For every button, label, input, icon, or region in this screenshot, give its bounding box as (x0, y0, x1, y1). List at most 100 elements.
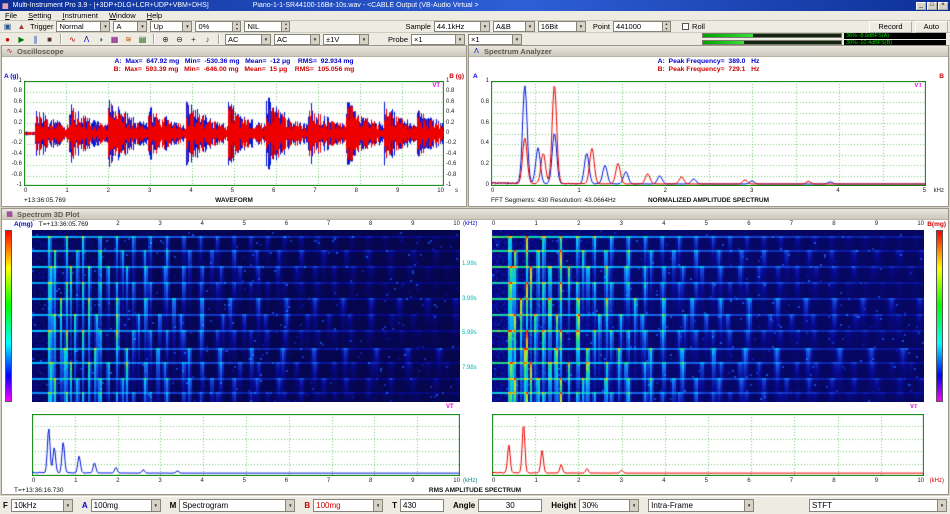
trigger-delay-spinner[interactable]: NIL ▲ ▼ (244, 21, 291, 32)
coupling-a-select[interactable]: AC ▼ (225, 33, 271, 45)
t-segments-input[interactable] (400, 499, 445, 512)
chevron-down-icon[interactable]: ▼ (285, 500, 295, 511)
sampling-channels-select[interactable]: A&B ▼ (492, 21, 535, 32)
spectrum-analyzer-title-bar[interactable]: Λ Spectrum Analyzer (469, 46, 948, 57)
minimize-button[interactable]: _ (916, 1, 926, 10)
spectrum-3d-plot-launch-icon[interactable]: ▦ (109, 34, 120, 45)
chevron-down-icon[interactable]: ▼ (455, 34, 465, 44)
pause-icon[interactable]: ∥ (30, 34, 41, 45)
sound-output-icon[interactable]: ♪ (202, 34, 213, 45)
sampling-rate-select[interactable]: 44.1kHz ▼ (433, 21, 490, 32)
audio-device-icon[interactable]: ▣ (2, 21, 13, 32)
amplitude-b-select[interactable]: 100mg ▼ (313, 499, 384, 512)
zoom-in-icon[interactable]: ⊕ (160, 34, 171, 45)
amplitude-a-value: 100mg (93, 501, 119, 510)
chevron-down-icon[interactable]: ▼ (937, 500, 946, 511)
chevron-down-icon[interactable]: ▼ (62, 500, 72, 511)
trigger-level-spinner[interactable]: 0% ▲ ▼ (195, 21, 242, 32)
trigger-mode-select[interactable]: Normal ▼ (56, 21, 111, 32)
application-window: ▦ Multi-Instrument Pro 3.9 - [+3DP+DLG+L… (0, 0, 950, 514)
menu-setting[interactable]: Setting (28, 11, 51, 20)
spinner-arrows[interactable]: ▲ ▼ (232, 22, 241, 31)
spinner-arrows[interactable]: ▲ ▼ (662, 22, 671, 31)
spin-down-icon[interactable]: ▼ (663, 26, 671, 31)
chevron-down-icon[interactable]: ▼ (150, 500, 160, 511)
tick-label: 0.2 (480, 161, 489, 168)
rms-spectrum-a-canvas[interactable] (32, 414, 460, 476)
menu-help[interactable]: Help (147, 11, 162, 20)
spectrogram-time-start: T=+13:36:05.769 (38, 221, 89, 228)
height-select[interactable]: 30% ▼ (579, 499, 640, 512)
chevron-down-icon[interactable]: ▼ (137, 22, 147, 31)
close-button[interactable]: × (938, 1, 948, 10)
tick-label: 3 (158, 478, 162, 484)
title-bar[interactable]: ▦ Multi-Instrument Pro 3.9 - [+3DP+DLG+L… (0, 0, 950, 11)
signal-generator-launch-icon[interactable]: ≋ (123, 34, 134, 45)
stop-icon[interactable]: ■ (44, 34, 55, 45)
colorbar-right (936, 230, 943, 402)
oscilloscope-title-bar[interactable]: ∿ Oscilloscope (2, 46, 466, 57)
spectrogram-a-canvas[interactable] (32, 230, 460, 402)
tick-label: 3 (147, 188, 152, 194)
frame-mode-select[interactable]: Intra-Frame ▼ (648, 499, 755, 512)
multimeter-launch-icon[interactable]: ◑ (95, 34, 106, 45)
chevron-down-icon[interactable]: ▼ (575, 22, 585, 31)
chevron-down-icon[interactable]: ▼ (100, 22, 110, 31)
chevron-down-icon[interactable]: ▼ (359, 34, 368, 44)
rms-spectrum-b-canvas[interactable] (492, 414, 924, 476)
spin-down-icon[interactable]: ▼ (233, 26, 241, 31)
menu-instrument[interactable]: Instrument (62, 11, 97, 20)
spectrogram-b-label: B(mg) (927, 221, 946, 228)
auto-button[interactable]: Auto (914, 20, 948, 33)
spin-down-icon[interactable]: ▼ (282, 26, 290, 31)
maximize-button[interactable]: □ (927, 1, 937, 10)
waveform-canvas[interactable] (24, 81, 444, 186)
toolbar-separator (153, 34, 155, 44)
bit-depth-select[interactable]: 16Bit ▼ (537, 21, 586, 32)
amplitude-a-select[interactable]: 100mg ▼ (90, 499, 161, 512)
record-icon[interactable]: ● (2, 34, 13, 45)
menu-file[interactable]: File (5, 11, 17, 20)
coupling-b-select[interactable]: AC ▼ (274, 33, 320, 45)
tick-label: 0 (32, 478, 36, 484)
chevron-down-icon[interactable]: ▼ (512, 34, 522, 44)
spectrum-3d-plot-title-bar[interactable]: ▦ Spectrum 3D Plot (2, 209, 948, 220)
plot-mode-select[interactable]: Spectrogram ▼ (179, 499, 296, 512)
spectrogram-b-canvas[interactable] (492, 230, 924, 402)
transform-method-select[interactable]: STFT ▼ (809, 499, 947, 512)
rms-plot-title: RMS AMPLITUDE SPECTRUM (428, 487, 522, 494)
voltage-range-select[interactable]: ±1V ▼ (323, 33, 369, 45)
play-icon[interactable]: ▶ (16, 34, 27, 45)
record-length-spinner[interactable]: 441000 ▲ ▼ (613, 21, 672, 32)
spectrogram-a-freq-ticks: 012345678910 (32, 221, 460, 227)
zoom-out-icon[interactable]: ⊖ (174, 34, 185, 45)
tick-label: 2 (106, 188, 110, 194)
oscilloscope-launch-icon[interactable]: ∿ (67, 34, 78, 45)
trigger-source-select[interactable]: A ▼ (113, 21, 148, 32)
chevron-down-icon[interactable]: ▼ (373, 500, 383, 511)
data-logger-launch-icon[interactable]: ▤ (137, 34, 148, 45)
chevron-down-icon[interactable]: ▼ (479, 22, 489, 31)
trigger-icon[interactable]: ▲ (16, 21, 27, 32)
chevron-down-icon[interactable]: ▼ (629, 500, 639, 511)
chevron-down-icon[interactable]: ▼ (310, 34, 319, 44)
cursor-reader-icon[interactable]: + (188, 34, 199, 45)
amplitude-b-label: B (304, 501, 311, 510)
probe-b-select[interactable]: ×1 ▼ (468, 33, 523, 45)
spectrum-analyzer-launch-icon[interactable]: Λ (81, 34, 92, 45)
chevron-down-icon[interactable]: ▼ (744, 500, 754, 511)
spinner-arrows[interactable]: ▲ ▼ (281, 22, 290, 31)
menu-window[interactable]: Window (109, 11, 136, 20)
spectrum-canvas[interactable] (491, 81, 926, 186)
freq-range-select[interactable]: 10kHz ▼ (10, 499, 73, 512)
chevron-down-icon[interactable]: ▼ (182, 22, 192, 31)
waveform-x-ticks: 0 1 2 3 4 5 6 7 8 9 10 (24, 188, 444, 194)
probe-a-select[interactable]: ×1 ▼ (411, 33, 466, 45)
angle-input[interactable] (478, 499, 543, 512)
chevron-down-icon[interactable]: ▼ (524, 22, 534, 31)
chevron-down-icon[interactable]: ▼ (261, 34, 270, 44)
record-button[interactable]: Record (869, 20, 912, 33)
trigger-edge-select[interactable]: Up ▼ (150, 21, 193, 32)
spectrogram-a-label: A(mg) (14, 221, 33, 228)
roll-checkbox[interactable] (682, 23, 690, 30)
